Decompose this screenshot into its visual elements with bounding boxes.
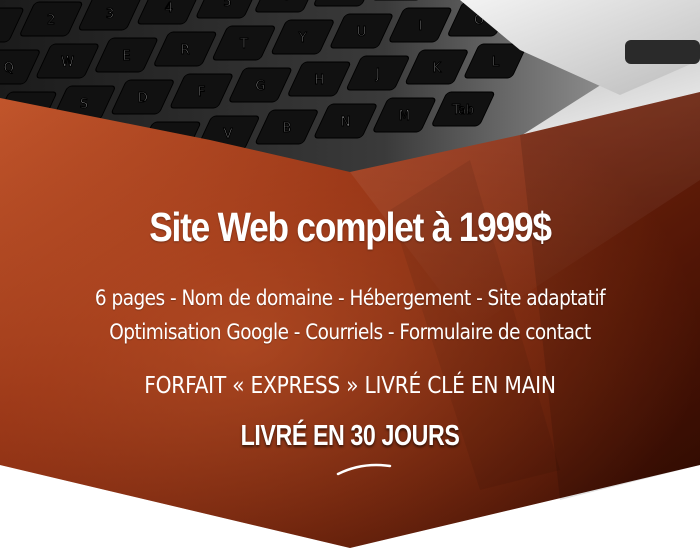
- keyboard-key-label: L: [492, 55, 500, 70]
- keyboard-key-label: 3: [106, 7, 114, 22]
- keyboard-key-label: 4: [165, 1, 173, 16]
- keyboard-key-label: D: [138, 91, 148, 106]
- keyboard-key-label: H: [314, 73, 324, 88]
- keyboard-key-label: K: [432, 61, 441, 76]
- keyboard-key-label: 2: [47, 13, 55, 28]
- keyboard-key-label: N: [341, 115, 351, 130]
- keyboard-key-label: G: [255, 79, 265, 94]
- keyboard-key-label: B: [282, 121, 291, 136]
- keyboard-key-label: V: [224, 127, 233, 142]
- keyboard-key-label: E: [122, 49, 130, 64]
- features-line-2: Optimisation Google - Courriels - Formul…: [109, 320, 591, 344]
- keyboard-key-label: Y: [298, 31, 307, 46]
- headline: Site Web complet à 1999$: [149, 204, 552, 250]
- keyboard-key-label: Q: [4, 61, 14, 76]
- keyboard-key-label: M: [399, 109, 410, 124]
- keyboard-key-label: T: [239, 37, 248, 52]
- promo-banner: 123456789QWERTYUIOASDFGHJKLZXCVBNMTab Si…: [0, 0, 700, 550]
- keyboard-key-label: Tab: [451, 103, 474, 118]
- keyboard-key-label: J: [375, 67, 380, 82]
- keyboard-key-label: W: [61, 55, 74, 70]
- keyboard-key-label: 6: [282, 0, 290, 4]
- keyboard-key-label: S: [80, 97, 88, 112]
- delivery-label: LIVRÉ EN 30 JOURS: [240, 420, 460, 452]
- keyboard-key-label: 5: [223, 0, 231, 10]
- features-line-1: 6 pages - Nom de domaine - Hébergement -…: [94, 286, 606, 310]
- banner-artwork: 123456789QWERTYUIOASDFGHJKLZXCVBNMTab: [0, 0, 700, 548]
- keyboard-key-label: I: [418, 19, 422, 34]
- package-label: FORFAIT « EXPRESS » LIVRÉ CLÉ EN MAIN: [144, 373, 556, 399]
- keyboard-key-label: F: [198, 85, 205, 100]
- keyboard-key-label: U: [357, 25, 367, 40]
- keyboard-key-label: R: [181, 43, 190, 58]
